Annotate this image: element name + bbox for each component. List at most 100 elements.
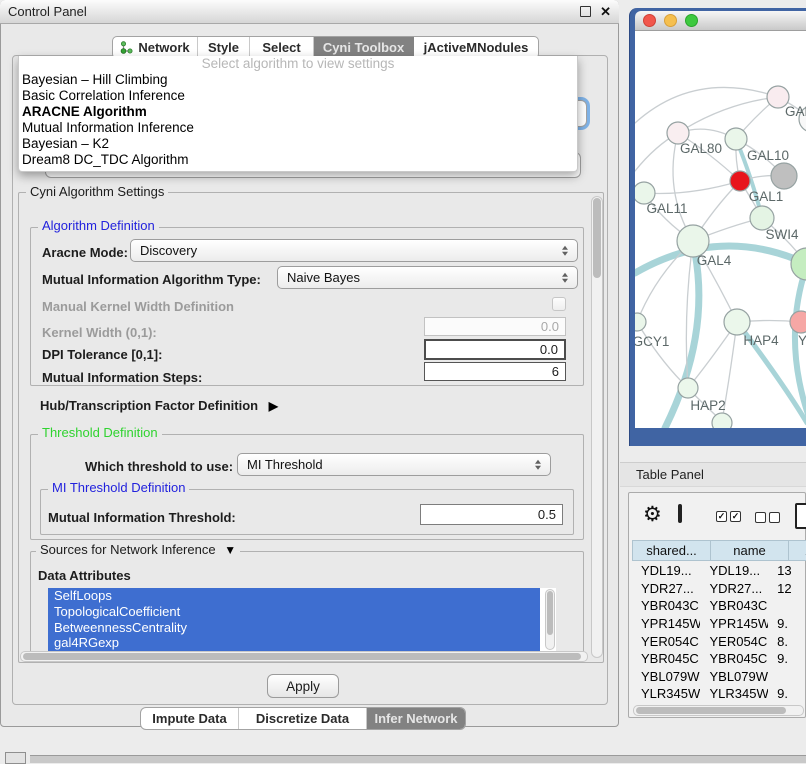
aracne-mode-combo[interactable]: Discovery [130,239,578,262]
bottom-tab-impute-data[interactable]: Impute Data [141,708,239,729]
unchecked-box-icon [769,512,780,523]
unchecked-pair-icon[interactable] [755,512,780,523]
table-rows[interactable]: YDL19...YDL19...13YDR27...YDR27...12YBR0… [632,562,806,705]
kernel-width-value: 0.0 [541,319,559,334]
stepper-arrows-icon [562,245,568,256]
data-attributes-list[interactable]: SelfLoopsTopologicalCoefficientBetweenne… [48,588,556,651]
mit-label: Mutual Information Threshold: [48,510,236,525]
column-header-a[interactable]: A [789,540,806,561]
table-panel-title: Table Panel [636,467,704,482]
bottom-left-button[interactable] [5,752,26,764]
node-gal10[interactable] [725,128,747,150]
minimize-traffic-light[interactable] [664,14,677,27]
table-row[interactable]: YER054CYER054C8. [632,632,806,650]
node-salmon[interactable] [790,311,806,333]
settings-vscrollbar[interactable] [591,196,603,658]
tab-network[interactable]: Network [113,37,198,58]
algorithm-option-bayesian-hill-climbing[interactable]: Bayesian – Hill Climbing [19,72,577,88]
algorithm-option-mutual-information-inference[interactable]: Mutual Information Inference [19,120,577,136]
column-header-shared-[interactable]: shared... [632,540,711,561]
close-icon[interactable]: ✕ [600,5,611,18]
kernel-width-label: Kernel Width (0,1): [42,325,157,340]
tab-label: Style [208,40,239,55]
apply-button-label: Apply [286,679,320,694]
collapse-down-icon: ▼ [224,543,236,557]
settings-hscrollbar[interactable] [20,651,588,662]
table-row[interactable]: YBR045CYBR045C9. [632,650,806,668]
table-row[interactable]: YBR043CYBR043C [632,597,806,615]
table-cell: 9. [768,686,806,701]
steps-value: 6 [552,364,559,379]
list-vscrollbar[interactable] [545,589,555,650]
table-hscrollbar[interactable] [633,705,804,716]
zoom-traffic-light[interactable] [685,14,698,27]
table-cell: YBR043C [632,598,700,613]
algorithm-definition-title: Algorithm Definition [38,219,159,233]
tab-select[interactable]: Select [250,37,314,58]
float-icon[interactable] [580,6,591,17]
tab-style[interactable]: Style [198,37,250,58]
edge[interactable] [644,181,740,194]
settings-hscroll-thumb[interactable] [23,653,581,660]
gear-icon[interactable]: ⚙ [643,504,662,525]
algorithm-option-basic-correlation-inference[interactable]: Basic Correlation Inference [19,88,577,104]
table-row[interactable]: YPR145WYPR145W9. [632,615,806,633]
data-attributes-label: Data Attributes [38,568,131,583]
edge[interactable] [678,97,778,133]
mi-type-combo[interactable]: Naive Bayes [277,266,578,289]
node-hap4[interactable] [724,309,750,335]
network-window-titlebar[interactable] [635,11,806,31]
checked-pair-icon[interactable]: ✓ ✓ [716,511,741,522]
algorithm-option-dream8-dc-tdc-algorithm[interactable]: Dream8 DC_TDC Algorithm [19,152,577,168]
steps-field[interactable]: 6 [424,362,566,381]
algorithm-option-aracne-algorithm[interactable]: ARACNE Algorithm [19,104,577,120]
node-label-gal1: GAL1 [749,189,784,204]
kernel-width-field[interactable]: 0.0 [424,317,566,336]
table-row[interactable]: YLR345WYLR345W9. [632,685,806,703]
manual-kernel-checkbox[interactable] [552,297,566,311]
sources-title-toggle[interactable]: Sources for Network Inference ▼ [36,543,240,557]
table-row[interactable]: YDL19...YDL19...13 [632,562,806,580]
bottom-tab-infer-network[interactable]: Infer Network [367,708,465,729]
node-gal1-red[interactable] [730,171,750,191]
which-threshold-combo[interactable]: MI Threshold [237,453,551,476]
cyni-settings-title: Cyni Algorithm Settings [26,185,168,199]
mit-field[interactable]: 0.5 [420,504,563,525]
node-big-green[interactable] [791,248,806,280]
network-graph: GALGAL80GAL10GAL1GAL11SWI4GAL4HAP4YGCY1H… [635,31,806,428]
attribute-item-topologicalcoefficient[interactable]: TopologicalCoefficient [48,604,540,620]
algorithm-popup: Select algorithm to view settings Bayesi… [18,56,578,172]
algorithm-option-bayesian-k2[interactable]: Bayesian – K2 [19,136,577,152]
doc-icon[interactable] [795,503,806,529]
table-row[interactable]: YDR27...YDR27...12 [632,580,806,598]
node-label-hap2: HAP2 [690,398,725,413]
node-gcy1[interactable] [635,313,646,331]
edge[interactable] [637,322,688,388]
apply-button[interactable]: Apply [267,674,339,698]
node-gray-node[interactable] [771,163,797,189]
column-header-name[interactable]: name [711,540,789,561]
attribute-item-betweennesscentrality[interactable]: BetweennessCentrality [48,620,540,636]
network-canvas[interactable]: GALGAL80GAL10GAL1GAL11SWI4GAL4HAP4YGCY1H… [635,31,806,428]
dpi-field[interactable]: 0.0 [424,339,566,360]
stepper-arrows-icon [562,272,568,283]
hub-definition-toggle[interactable]: Hub/Transcription Factor Definition ▶ [40,398,278,413]
split-pane-icon[interactable] [678,504,682,523]
table-cell: YER054C [632,634,700,649]
table-hscroll-thumb[interactable] [636,707,786,714]
bottom-tab-discretize-data[interactable]: Discretize Data [239,708,367,729]
settings-vscroll-thumb[interactable] [593,198,601,278]
node-bottom-node[interactable] [712,413,732,428]
table-panel-titlebar: Table Panel [620,462,806,487]
table-row[interactable]: YBL079WYBL079W [632,668,806,686]
table-header-row[interactable]: shared...nameA [632,540,806,561]
table-cell: YDR27... [700,581,768,596]
node-label-gal11: GAL11 [646,201,687,216]
tab-label: jActiveMNodules [424,40,529,55]
attribute-item-gal4rgexp[interactable]: gal4RGexp [48,635,540,651]
close-traffic-light[interactable] [643,14,656,27]
tab-cyni-toolbox[interactable]: Cyni Toolbox [314,37,414,58]
tab-jactivemnodules[interactable]: jActiveMNodules [414,37,538,58]
node-hap2[interactable] [678,378,698,398]
attribute-item-selfloops[interactable]: SelfLoops [48,588,540,604]
